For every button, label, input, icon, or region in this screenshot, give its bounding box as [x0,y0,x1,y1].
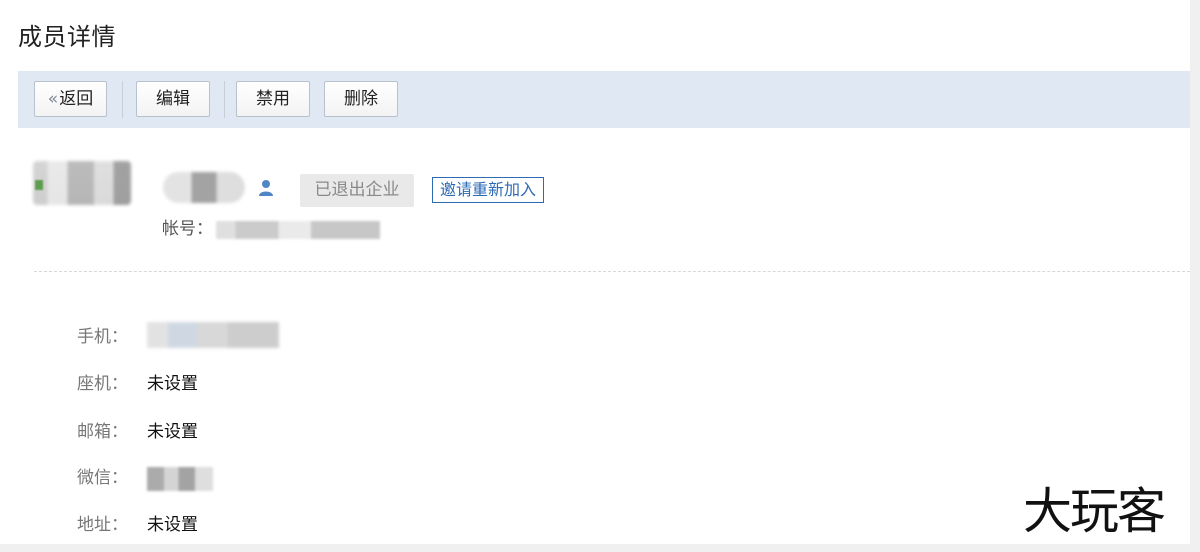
member-detail-panel: 成员详情 «返回 编辑 禁用 删除 已退出企业 邀请重新加入 帐号： 手机： 座… [0,0,1190,544]
phone-label: 手机： [77,327,128,347]
email-label: 邮箱： [77,422,128,442]
user-icon [259,180,273,196]
double-chevron-left-icon: « [47,89,59,109]
edit-button[interactable]: 编辑 [136,81,210,117]
watermark: 大玩客 [1023,483,1166,540]
toolbar-separator [122,81,123,118]
account-label: 帐号： [162,219,213,239]
back-button[interactable]: «返回 [34,81,107,117]
avatar [33,161,131,205]
back-button-label: 返回 [59,89,94,109]
address-label: 地址： [77,515,128,535]
landline-label: 座机： [77,374,128,394]
wechat-value [147,467,213,491]
email-value: 未设置 [147,422,198,442]
address-value: 未设置 [147,515,198,535]
account-value [216,221,380,239]
toolbar: «返回 编辑 禁用 删除 [18,71,1190,128]
avatar-color-mark [35,180,43,190]
landline-value: 未设置 [147,374,198,394]
status-badge: 已退出企业 [300,174,414,207]
member-name [163,172,245,203]
invite-rejoin-button[interactable]: 邀请重新加入 [432,177,545,203]
section-divider [34,271,1190,272]
page-title: 成员详情 [18,23,116,51]
wechat-label: 微信： [77,468,128,488]
disable-button[interactable]: 禁用 [236,81,310,117]
toolbar-separator [224,81,225,118]
phone-value [147,322,279,348]
delete-button[interactable]: 删除 [324,81,398,117]
